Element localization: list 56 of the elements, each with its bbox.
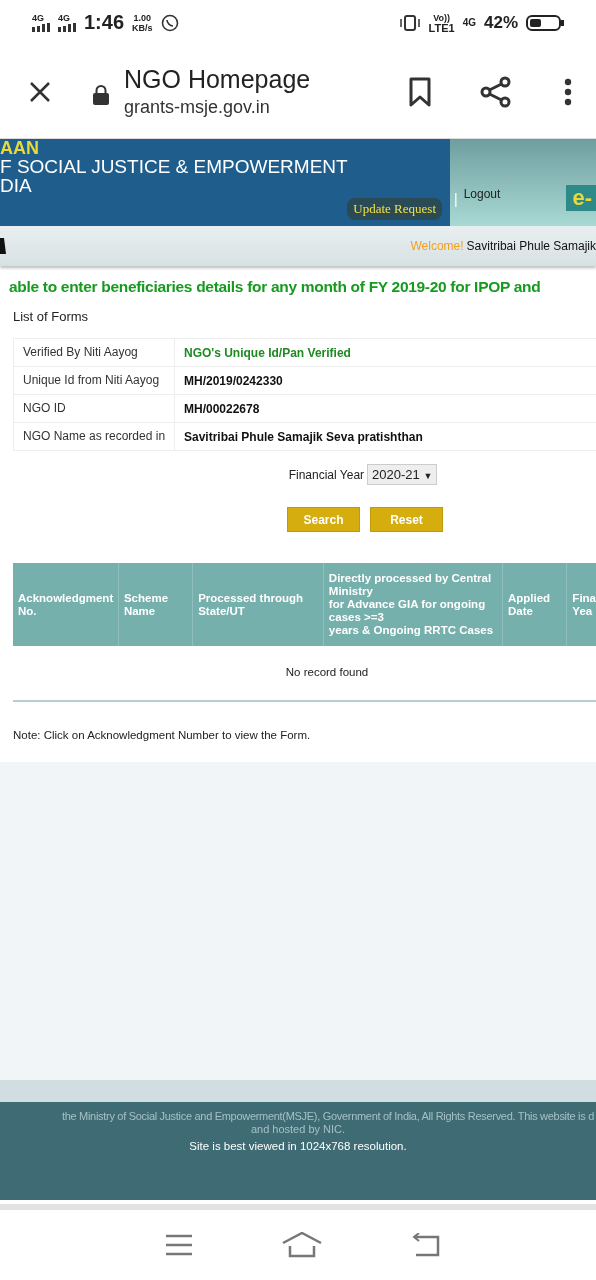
notice-text: able to enter beneficiaries details for any month of FY 2019-20 for IPOP and — [9, 278, 542, 296]
logout-link[interactable]: Logout — [463, 187, 501, 201]
column-header: Fina Yea — [571, 590, 596, 619]
battery-icon — [526, 13, 566, 32]
empty-message: No record found — [13, 646, 596, 702]
vibrate-icon — [398, 14, 421, 31]
separator: | — [454, 191, 458, 207]
copyright-text: the Ministry of Social Justice and Empowerment(MSJE), Government of India, All Rights Reserved. This website is d — [60, 1110, 595, 1123]
column-header: Applied Date — [503, 563, 568, 646]
resolution-text: Site is best viewed in 1024x768 resolution. — [188, 1140, 408, 1152]
network-label: 4G — [462, 17, 476, 28]
status-text: NGO's Unique Id/Pan Verified — [183, 345, 351, 360]
year-dropdown[interactable]: 2020-21 ▼ — [367, 464, 438, 485]
lte-label: LTE1 — [428, 22, 455, 33]
field-label: NGO Name as recorded in — [14, 423, 175, 450]
column-header: Acknowledgment No. — [13, 563, 119, 646]
network-label: 4G — [58, 13, 70, 23]
hosting-text: and hosted by NIC. — [249, 1123, 347, 1136]
clock: 1:46 — [84, 11, 125, 34]
field-label: Unique Id from Niti Aayog — [14, 367, 175, 394]
note-text: Note: Click on Acknowledgment Number to view the Form. — [13, 729, 312, 743]
section-title: List of Forms — [13, 309, 90, 324]
column-header: Directly processed by Central Ministry for Advance GIA for ongoing cases >=3 years & Ongoing RRTC Cases — [323, 563, 503, 646]
network-label: 4G — [32, 13, 44, 23]
welcome-label: Welcome! — [410, 239, 464, 253]
share-icon[interactable] — [480, 75, 512, 108]
signal-icon — [32, 23, 50, 32]
country-name: DIA — [0, 176, 33, 195]
field-value: Savitribai Phule Samajik Seva pratishthan — [183, 429, 423, 444]
field-value: MH/00022678 — [183, 401, 260, 416]
battery-percent: 42% — [483, 12, 518, 33]
speed-unit: KB/s — [132, 22, 153, 33]
lock-icon — [92, 83, 110, 106]
field-value: MH/2019/0242330 — [183, 373, 283, 388]
logo-badge: e- — [566, 185, 596, 211]
column-header: Processed through State/UT — [193, 563, 324, 646]
site-logo-text: AAN — [0, 139, 40, 157]
close-icon[interactable] — [28, 79, 52, 104]
page-title: NGO Homepage — [124, 63, 312, 94]
field-label: Financial Year — [288, 467, 365, 482]
volte-label: Vo)) — [433, 12, 450, 23]
field-label: NGO ID — [14, 395, 175, 422]
bookmark-icon[interactable] — [408, 76, 432, 107]
user-name: Savitribai Phule Samajik — [466, 239, 596, 253]
more-icon[interactable] — [564, 77, 572, 106]
chat-icon — [160, 13, 179, 32]
menu-icon[interactable] — [164, 1233, 193, 1257]
back-icon[interactable] — [411, 1233, 442, 1257]
ministry-name: F SOCIAL JUSTICE & EMPOWERMENT — [0, 157, 349, 176]
column-header: Scheme Name — [118, 563, 194, 646]
page-url: grants-msje.gov.in — [124, 95, 271, 119]
speed-value: 1.00 — [133, 12, 152, 23]
home-icon[interactable] — [282, 1232, 322, 1258]
update-request-button[interactable]: Update Request — [347, 198, 442, 220]
signal-icon — [58, 23, 76, 32]
field-label: Verified By Niti Aayog — [14, 339, 175, 366]
